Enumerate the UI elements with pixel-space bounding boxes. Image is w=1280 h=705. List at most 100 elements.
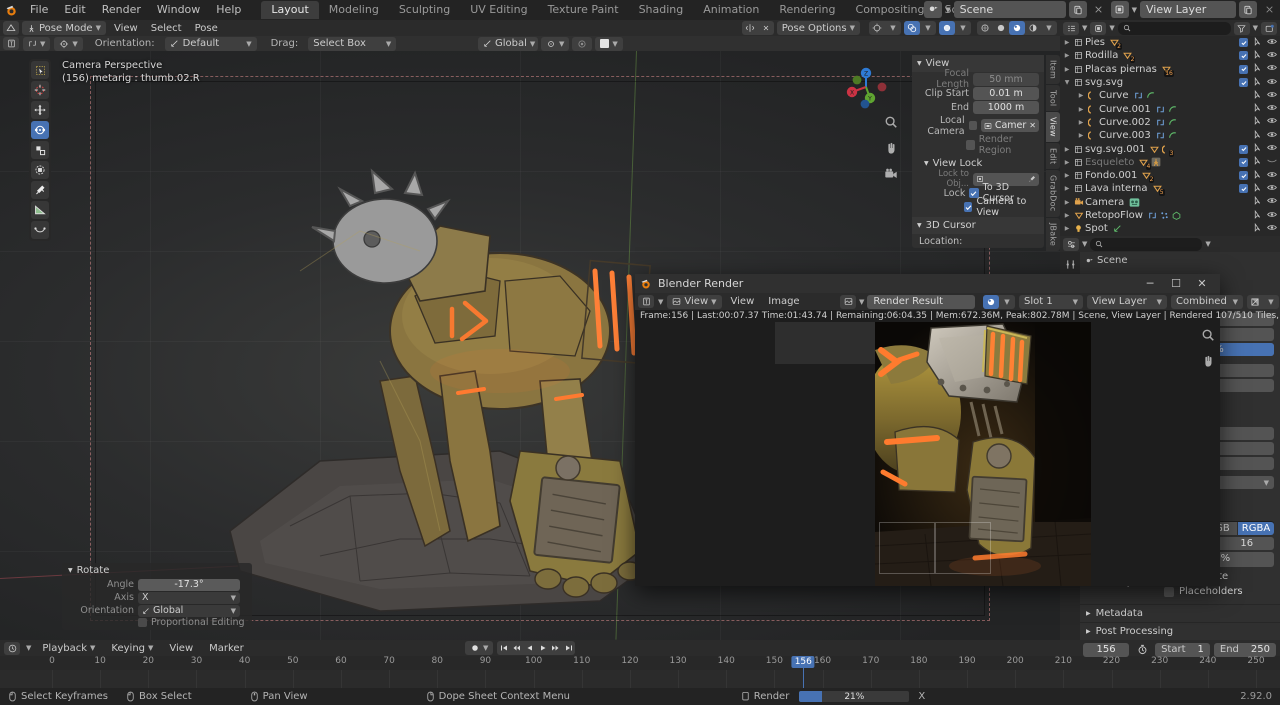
mesh-badge-icon[interactable]: 2	[1110, 38, 1122, 51]
disable-selection-icon[interactable]	[1253, 196, 1262, 208]
xray-caret-icon[interactable]: ▼	[955, 21, 971, 35]
image-datablock-browse-icon[interactable]	[840, 294, 856, 309]
anim-badge-icon[interactable]	[1146, 91, 1155, 100]
tri-badge-icon[interactable]: 2	[1142, 171, 1155, 184]
shading-solid-icon[interactable]	[993, 21, 1009, 35]
disclosure-collapsed-icon[interactable]: ▶	[1062, 225, 1072, 232]
outliner-search-input[interactable]	[1117, 21, 1231, 35]
workspace-tab-shading[interactable]: Shading	[629, 1, 694, 19]
editor-type-icon[interactable]	[3, 21, 19, 35]
sidebar-tab-item[interactable]: Item	[1046, 55, 1060, 85]
jump-next-keyframe-button[interactable]	[549, 641, 562, 655]
particles-badge-icon[interactable]	[1160, 211, 1169, 220]
breakdown-tool[interactable]	[31, 221, 49, 239]
pan-hand-icon[interactable]	[882, 139, 900, 157]
viewlayer-browse-icon[interactable]	[1110, 1, 1129, 18]
outliner-row[interactable]: ▶ Placas piernas 16	[1060, 63, 1280, 77]
timeline-menu-keying[interactable]: Keying ▼	[106, 641, 158, 655]
cancel-render-button[interactable]: X	[915, 691, 928, 702]
operator-angle-value[interactable]: -17.3°	[138, 578, 240, 591]
scale-tool[interactable]	[31, 141, 49, 159]
viewlayer-browse-caret-icon[interactable]: ▼	[1132, 6, 1137, 14]
modifier-badge-icon[interactable]	[1134, 91, 1143, 100]
mesh-badge-icon[interactable]: 16	[1161, 65, 1174, 77]
outliner-row[interactable]: ▶ Esqueleto 4	[1060, 156, 1280, 170]
outliner-row[interactable]: ▶ Spot	[1060, 222, 1280, 235]
camera-view-icon[interactable]	[882, 165, 900, 183]
exclude-from-view-layer-checkbox[interactable]	[1239, 64, 1248, 74]
workspace-tab-layout[interactable]: Layout	[261, 1, 319, 19]
local-camera-field[interactable]: Camer ✕	[980, 119, 1039, 132]
outliner-row[interactable]: ▶ Camera	[1060, 196, 1280, 209]
workspace-tab-rendering[interactable]: Rendering	[769, 1, 845, 19]
pivot-point-button[interactable]: ▼	[54, 36, 83, 51]
anim-badge-icon[interactable]	[1168, 118, 1177, 127]
timeline-ruler[interactable]: 0 10 20 30 40 50 60 70 80 90 100 110 120 130 140 150 160…	[0, 656, 1280, 670]
proportional-edit-button[interactable]	[572, 36, 593, 51]
timeline-type-caret-icon[interactable]: ▼	[26, 644, 31, 652]
render-window-minimize-button[interactable]: ─	[1137, 274, 1163, 293]
image-editor-type-caret-icon[interactable]: ▼	[658, 298, 663, 306]
proportional-falloff-button[interactable]: ▼	[595, 36, 623, 51]
render-menu-view[interactable]: View	[726, 295, 760, 309]
display-channel-icon[interactable]	[1247, 295, 1263, 309]
render-menu-image[interactable]: Image	[763, 295, 804, 309]
local-camera-toggle[interactable]	[968, 121, 977, 130]
disable-selection-icon[interactable]	[1253, 103, 1262, 115]
pose-options-button[interactable]: Pose Options ▼	[776, 21, 860, 35]
outliner-row[interactable]: ▶ svg.svg.001 3	[1060, 142, 1280, 157]
hide-in-viewport-icon[interactable]	[1267, 90, 1277, 102]
sidebar-tab-edit[interactable]: Edit	[1046, 143, 1060, 170]
disclosure-collapsed-icon[interactable]: ▶	[1076, 92, 1086, 99]
timeline-track-area[interactable]	[0, 670, 1280, 688]
tri-badge-icon[interactable]: 4	[1139, 158, 1152, 170]
disable-selection-icon[interactable]	[1253, 129, 1262, 142]
hide-in-viewport-icon[interactable]	[1267, 37, 1277, 49]
hide-in-viewport-icon[interactable]	[1267, 77, 1277, 89]
disclosure-collapsed-icon[interactable]: ▶	[1062, 172, 1072, 179]
render-zoom-icon[interactable]	[1199, 326, 1217, 344]
local-camera-clear-icon[interactable]: ✕	[1029, 121, 1036, 130]
exclude-from-view-layer-checkbox[interactable]	[1239, 51, 1248, 61]
exclude-from-view-layer-checkbox[interactable]	[1239, 144, 1248, 154]
disable-selection-icon[interactable]	[1253, 156, 1262, 168]
disclosure-collapsed-icon[interactable]: ▶	[1062, 39, 1072, 46]
tri-badge-icon[interactable]: 5	[1152, 184, 1165, 197]
cameradata-badge-icon[interactable]	[1129, 198, 1140, 207]
mesh-badge-icon[interactable]: 2	[1123, 51, 1136, 64]
scene-browse-caret-icon[interactable]: ▼	[945, 6, 950, 14]
pose-copy-group[interactable]	[741, 21, 774, 35]
hide-in-viewport-icon[interactable]	[1267, 183, 1277, 195]
hide-in-viewport-icon[interactable]	[1267, 210, 1277, 222]
exclude-from-view-layer-checkbox[interactable]	[1239, 78, 1248, 88]
mesh2-badge-icon[interactable]	[1172, 211, 1181, 220]
frame-end-control[interactable]: End 250	[1213, 642, 1276, 657]
shading-rendered-icon[interactable]	[1025, 21, 1041, 35]
proportional-editing-checkbox[interactable]	[138, 617, 147, 627]
lock-camera-to-view-checkbox[interactable]	[964, 202, 973, 212]
transform-snap-button[interactable]: ▼	[23, 36, 51, 51]
hide-in-viewport-icon[interactable]	[1267, 196, 1277, 208]
auto-keying-button[interactable]: ▼	[465, 641, 494, 655]
operator-panel-header[interactable]: ▼ Rotate	[62, 563, 252, 578]
hide-in-viewport-icon[interactable]	[1267, 103, 1277, 115]
workspace-tab-uv-editing[interactable]: UV Editing	[460, 1, 537, 19]
display-channel-caret-icon[interactable]: ▼	[1263, 295, 1279, 309]
disclosure-collapsed-icon[interactable]: ▶	[1062, 212, 1072, 219]
timeline-menu-playback[interactable]: Playback ▼	[37, 641, 100, 655]
shading-caret-icon[interactable]: ▼	[1041, 21, 1057, 35]
workspace-tab-sculpting[interactable]: Sculpting	[389, 1, 460, 19]
timeline-editor-type-icon[interactable]	[4, 641, 20, 655]
outliner-row[interactable]: ▶ Curve.003	[1060, 129, 1280, 142]
toggle-xray-icon[interactable]	[939, 21, 955, 35]
render-pass-dropdown[interactable]: Combined ▼	[1171, 294, 1243, 309]
scene-new-icon[interactable]	[1068, 1, 1087, 18]
modifier-badge-icon[interactable]	[1156, 131, 1165, 140]
lightdata-badge-icon[interactable]	[1113, 224, 1122, 233]
tweak-tool[interactable]	[31, 61, 49, 79]
scene-unlink-icon[interactable]	[1090, 1, 1108, 18]
overlays-caret-icon[interactable]: ▼	[920, 21, 936, 35]
menu-render[interactable]: Render	[94, 0, 149, 20]
measure-tool[interactable]	[31, 201, 49, 219]
navigation-gizmo[interactable]: Z X Y	[840, 61, 892, 113]
